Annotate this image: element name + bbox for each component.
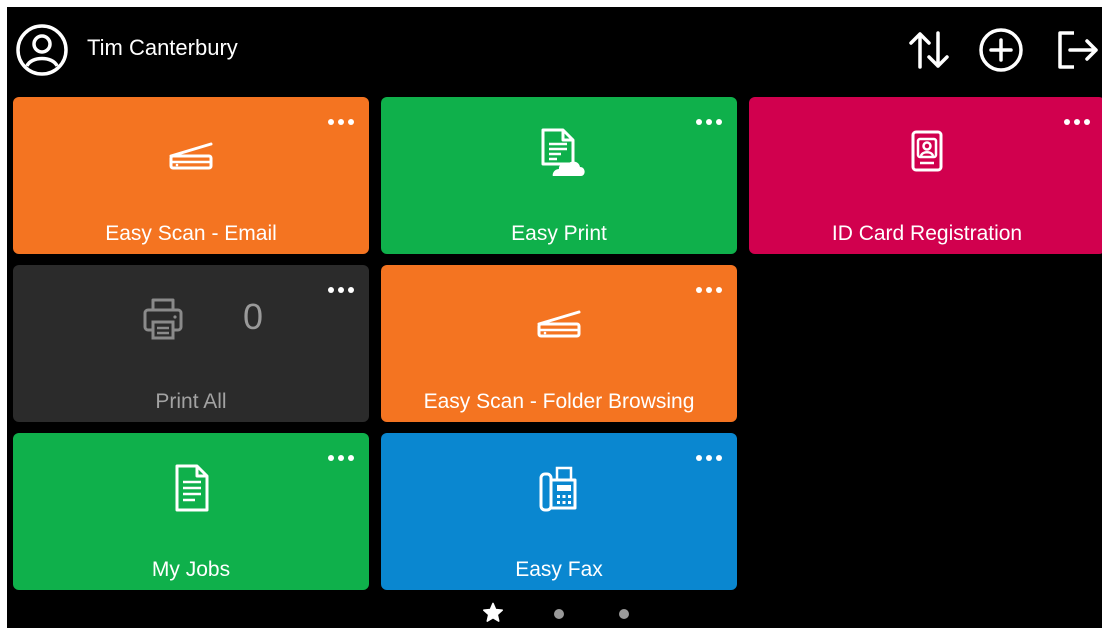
tile-label: Print All xyxy=(155,390,227,413)
home-screen: Tim Canterbury Easy Scan - Email Easy Pr… xyxy=(7,7,1102,628)
fax-icon xyxy=(533,460,585,516)
page-dot[interactable] xyxy=(619,609,629,619)
tile-my-jobs[interactable]: My Jobs xyxy=(13,433,369,590)
document-icon xyxy=(165,460,217,516)
cloud-document-icon xyxy=(533,124,585,180)
page-indicator xyxy=(7,597,1102,628)
more-options-button[interactable] xyxy=(325,283,357,297)
tile-easy-scan-folder-browsing[interactable]: Easy Scan - Folder Browsing xyxy=(381,265,737,422)
account-circle-icon[interactable] xyxy=(15,23,69,77)
sort-arrows-icon[interactable] xyxy=(904,25,954,75)
more-options-button[interactable] xyxy=(325,451,357,465)
printer-icon xyxy=(137,292,189,348)
tile-easy-scan-email[interactable]: Easy Scan - Email xyxy=(13,97,369,254)
tile-easy-fax[interactable]: Easy Fax xyxy=(381,433,737,590)
tile-label: Easy Print xyxy=(511,222,607,245)
tile-id-card-registration[interactable]: ID Card Registration xyxy=(749,97,1102,254)
tile-label: Easy Scan - Email xyxy=(105,222,277,245)
more-options-button[interactable] xyxy=(693,451,725,465)
tile-easy-print[interactable]: Easy Print xyxy=(381,97,737,254)
tile-label: Easy Scan - Folder Browsing xyxy=(423,390,695,413)
more-options-button[interactable] xyxy=(693,283,725,297)
more-options-button[interactable] xyxy=(693,115,725,129)
user-name[interactable]: Tim Canterbury xyxy=(87,33,238,63)
tile-label: ID Card Registration xyxy=(831,222,1023,245)
print-count: 0 xyxy=(243,296,264,337)
tile-print-all[interactable]: 0 Print All xyxy=(13,265,369,422)
page-dot[interactable] xyxy=(554,609,564,619)
more-options-button[interactable] xyxy=(1061,115,1093,129)
tile-label: My Jobs xyxy=(151,558,231,581)
header-bar: Tim Canterbury xyxy=(7,7,1102,87)
favorites-star-icon[interactable] xyxy=(481,601,505,625)
add-circle-icon[interactable] xyxy=(976,25,1026,75)
tile-label: Easy Fax xyxy=(515,558,603,581)
scanner-icon xyxy=(165,124,217,180)
id-card-icon xyxy=(901,124,953,180)
scanner-icon xyxy=(533,292,585,348)
logout-icon[interactable] xyxy=(1052,25,1102,75)
more-options-button[interactable] xyxy=(325,115,357,129)
